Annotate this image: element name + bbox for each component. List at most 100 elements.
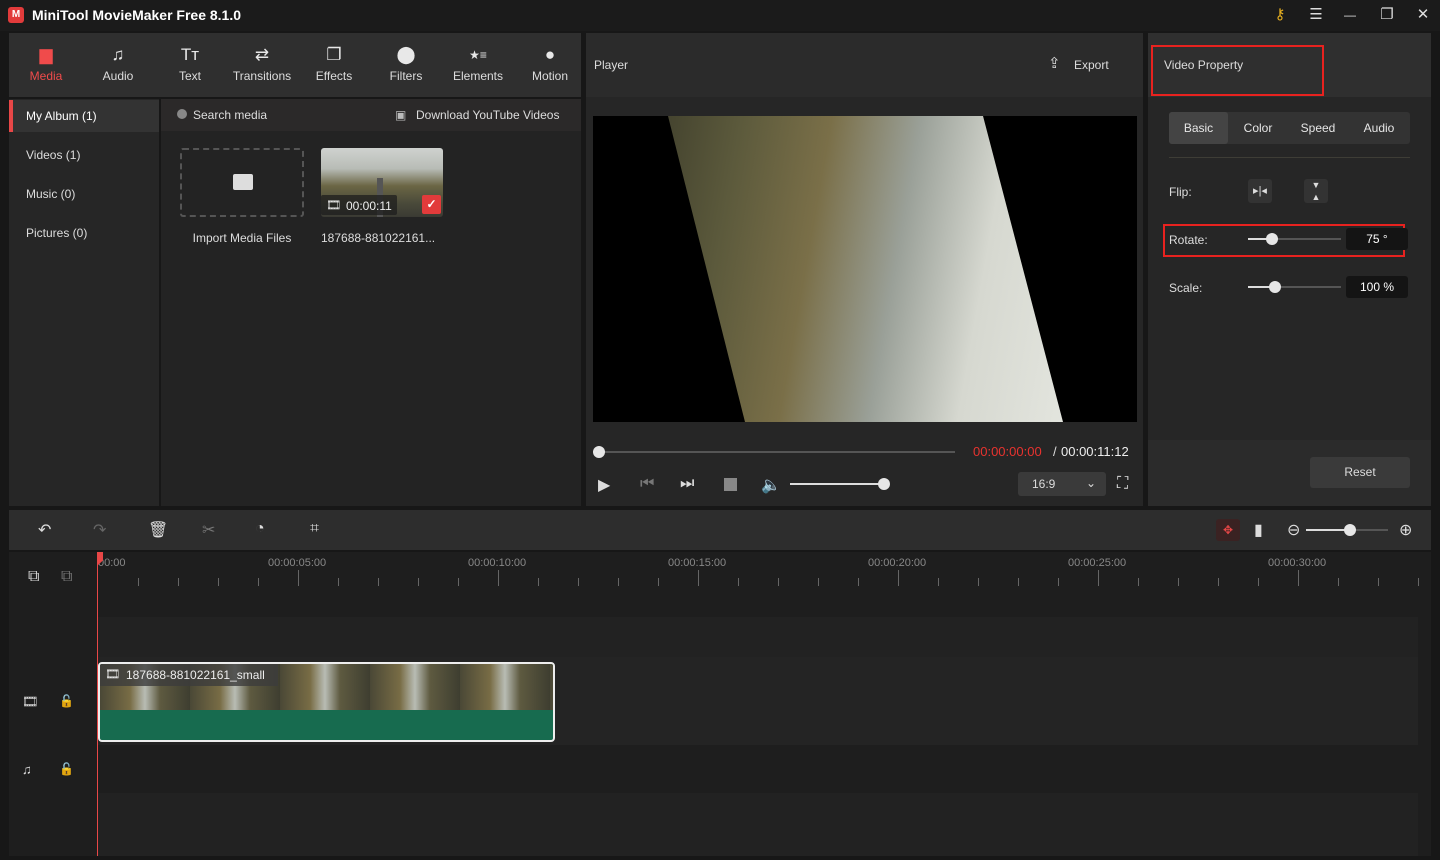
timeline-ruler[interactable]: 00:00 00:00:05:00 00:00:10:00 00:00:15:00 00… — [98, 552, 1419, 617]
ruler-tick — [498, 570, 499, 586]
property-title: Video Property — [1164, 58, 1244, 72]
rotate-slider[interactable] — [1248, 238, 1341, 240]
motion-icon: ● — [544, 45, 556, 64]
download-youtube-button[interactable]: Download YouTube Videos — [416, 108, 559, 122]
tab-filters[interactable]: ⬤ Filters — [370, 33, 442, 97]
fit-timeline-icon[interactable]: ▮ — [1254, 520, 1263, 540]
sidebar-item-videos[interactable]: Videos (1) — [9, 139, 159, 171]
tab-audio[interactable]: Audio — [1348, 112, 1410, 144]
export-button[interactable]: Export — [1074, 58, 1109, 72]
elements-icon: ★≡ — [469, 48, 487, 62]
redo-icon[interactable]: ↷ — [93, 520, 106, 540]
property-tabs: Basic Color Speed Audio — [1169, 112, 1410, 144]
property-footer: Reset — [1148, 440, 1431, 506]
tab-elements[interactable]: ★≡ Elements — [442, 33, 514, 97]
search-input[interactable]: Search media — [193, 108, 267, 122]
next-frame-icon[interactable]: ⏭ — [680, 475, 694, 493]
tab-text[interactable]: Tт Text — [154, 33, 226, 97]
reset-button[interactable]: Reset — [1310, 457, 1410, 488]
ruler-tick — [258, 578, 259, 586]
previous-frame-icon[interactable]: ⏮ — [640, 475, 654, 493]
selected-check-icon[interactable]: ✓ — [422, 195, 441, 214]
playback-scrubber[interactable] — [593, 446, 605, 458]
sidebar-item-my-album[interactable]: My Album (1) — [9, 100, 159, 132]
video-property-panel: Video Property Basic Color Speed Audio F… — [1148, 33, 1431, 506]
scale-knob[interactable] — [1269, 281, 1281, 293]
player-title: Player — [594, 58, 629, 72]
zoom-knob[interactable] — [1344, 524, 1356, 536]
remove-track-icon[interactable]: ⧉ — [61, 568, 72, 586]
main-tabs: ▆ Media ♫ Audio Tт Text ⇄ Transitions ❐ Effec… — [9, 33, 581, 97]
ruler-tick — [1178, 578, 1179, 586]
undo-icon[interactable]: ↶ — [38, 520, 51, 540]
aspect-ratio-select[interactable]: 16:9 ⌄ — [1018, 472, 1106, 496]
folder-icon: ▆ — [39, 45, 53, 64]
sidebar-item-music[interactable]: Music (0) — [9, 178, 159, 210]
title-bar: M MiniTool MovieMaker Free 8.1.0 ⚷ ☰ — ❐… — [0, 0, 1440, 31]
volume-knob[interactable] — [878, 478, 890, 490]
playback-progress-bar[interactable] — [599, 451, 955, 453]
ruler-tick — [1218, 578, 1219, 586]
scale-slider[interactable] — [1248, 286, 1341, 288]
sidebar-item-pictures[interactable]: Pictures (0) — [9, 217, 159, 249]
tab-color[interactable]: Color — [1228, 112, 1288, 144]
menu-icon[interactable]: ☰ — [1304, 4, 1328, 26]
ruler-tick — [858, 578, 859, 586]
split-icon[interactable]: ✂ — [202, 520, 215, 540]
close-icon[interactable]: ✕ — [1411, 4, 1435, 26]
stop-icon[interactable] — [724, 478, 737, 491]
rotate-value-input[interactable]: 75 ° — [1346, 228, 1408, 250]
flip-horizontal-button[interactable]: ▸|◂ — [1248, 179, 1272, 203]
zoom-in-icon[interactable]: ⊕ — [1399, 520, 1412, 540]
ruler-label: 00:00:25:00 — [1068, 557, 1127, 569]
speed-icon[interactable]: ◔ — [255, 520, 265, 538]
minimize-icon[interactable]: — — [1338, 4, 1362, 26]
unlock-icon[interactable]: 🔓 — [59, 694, 74, 708]
scale-value-input[interactable]: 100 % — [1346, 276, 1408, 298]
crop-icon[interactable]: ⌗ — [310, 520, 319, 538]
maximize-icon[interactable]: ❐ — [1375, 4, 1399, 26]
unlock-icon[interactable]: 🔓 — [59, 762, 74, 776]
rotate-label: Rotate: — [1169, 233, 1208, 247]
youtube-download-icon: ▣ — [395, 108, 407, 122]
snap-icon[interactable]: ✥ — [1216, 519, 1240, 541]
ruler-label: 00:00:05:00 — [268, 557, 327, 569]
ruler-tick — [378, 578, 379, 586]
add-track-icon[interactable]: ⧉ — [28, 568, 39, 586]
tab-speed[interactable]: Speed — [1288, 112, 1348, 144]
ruler-label: 00:00:15:00 — [668, 557, 727, 569]
rotated-video-frame — [668, 116, 1063, 422]
film-icon: 🎞 — [105, 667, 121, 681]
timeline-toolbar: ↶ ↷ 🗑 ✂ ◔ ⌗ ✥ ▮ ⊖ ⊕ — [9, 510, 1431, 550]
ruler-tick — [898, 570, 899, 586]
tab-basic[interactable]: Basic — [1169, 112, 1228, 144]
media-clip-name: 187688-881022161... — [321, 231, 436, 245]
tab-effects[interactable]: ❐ Effects — [298, 33, 370, 97]
ruler-tick — [458, 578, 459, 586]
ruler-tick — [298, 570, 299, 586]
flip-vertical-button[interactable]: ▼ ▲ — [1304, 179, 1328, 203]
time-separator: / — [1053, 444, 1057, 459]
tab-audio[interactable]: ♫ Audio — [82, 33, 154, 97]
rotate-knob[interactable] — [1266, 233, 1278, 245]
search-bar: Search media ▣ Download YouTube Videos — [161, 99, 581, 131]
fullscreen-icon[interactable]: ⛶ — [1117, 475, 1128, 493]
ruler-tick — [698, 570, 699, 586]
ruler-tick — [138, 578, 139, 586]
media-clip-thumbnail[interactable]: 🎞 00:00:11 ✓ — [321, 148, 443, 217]
play-icon[interactable]: ▶ — [598, 475, 610, 495]
delete-icon[interactable]: 🗑 — [148, 520, 168, 540]
tab-media[interactable]: ▆ Media — [10, 33, 82, 97]
tab-motion[interactable]: ● Motion — [514, 33, 586, 97]
key-icon[interactable]: ⚷ — [1268, 4, 1292, 26]
player-header: Player ⇪ Export — [586, 33, 1143, 97]
tab-transitions[interactable]: ⇄ Transitions — [226, 33, 298, 97]
playhead[interactable] — [97, 552, 98, 856]
search-icon — [177, 109, 187, 119]
volume-slider[interactable] — [790, 483, 884, 485]
timeline-video-clip[interactable]: 🎞 187688-881022161_small — [98, 662, 555, 742]
zoom-out-icon[interactable]: ⊖ — [1287, 520, 1300, 540]
volume-icon[interactable]: 🔈 — [761, 475, 781, 495]
import-media-button[interactable] — [180, 148, 304, 217]
media-library: Search media ▣ Download YouTube Videos I… — [161, 99, 581, 506]
